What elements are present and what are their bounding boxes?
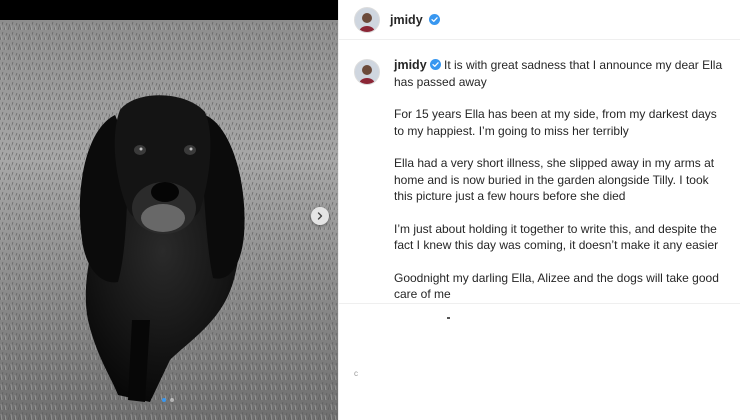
avatar-image: [355, 60, 379, 84]
post-side-panel: jmidy jmidy It is with great sadness tha…: [338, 0, 740, 420]
instagram-post-view: jmidy jmidy It is with great sadness tha…: [0, 0, 740, 420]
carousel-dot: [170, 398, 174, 402]
caption-paragraph-4: I’m just about holding it together to wr…: [394, 221, 719, 253]
caption-text: jmidy It is with great sadness that I an…: [394, 57, 729, 319]
caption-paragraph-3: Ella had a very short illness, she slipp…: [394, 156, 715, 203]
carousel-indicator: [162, 398, 174, 402]
chevron-right-icon: [317, 212, 323, 220]
avatar-image: [355, 8, 379, 32]
verified-badge-icon: [429, 59, 441, 70]
panel-divider: [339, 303, 740, 304]
post-media: [0, 0, 338, 420]
carousel-next-button[interactable]: [311, 207, 329, 225]
caption-username[interactable]: jmidy: [394, 58, 427, 72]
post-header: jmidy: [339, 0, 740, 40]
caption-first-paragraph: It is with great sadness that I announce…: [394, 58, 723, 89]
caption-paragraph-5: Goodnight my darling Ella, Alizee and th…: [394, 270, 719, 302]
header-avatar[interactable]: [354, 7, 380, 33]
post-photo[interactable]: [0, 20, 338, 420]
caption-avatar[interactable]: [354, 59, 380, 85]
header-username[interactable]: jmidy: [390, 13, 423, 27]
carousel-dot-active: [162, 398, 166, 402]
comment-bullet-icon: c: [354, 369, 358, 378]
verified-badge-icon: [429, 14, 440, 25]
small-mark: [447, 317, 450, 319]
dog-photo-image: [0, 20, 338, 420]
caption-paragraph: jmidy It is with great sadness that I an…: [394, 57, 729, 90]
caption-paragraph-2: For 15 years Ella has been at my side, f…: [394, 107, 717, 138]
